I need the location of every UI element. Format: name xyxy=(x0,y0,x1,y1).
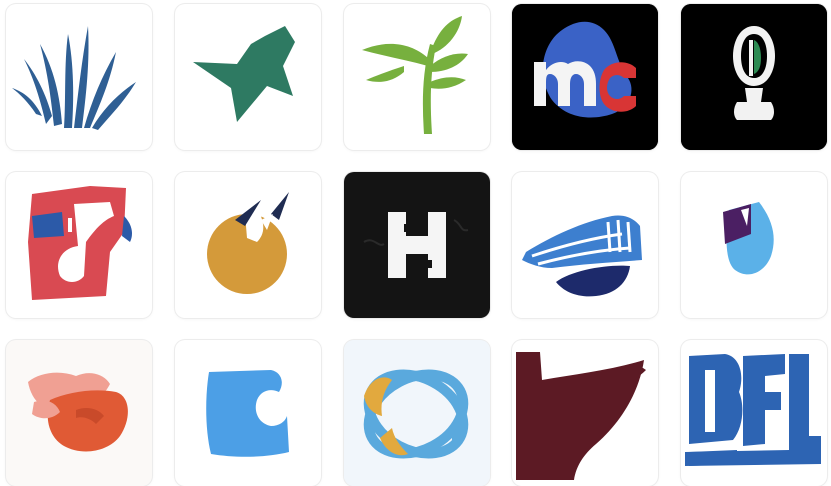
microphone-logo xyxy=(681,4,827,150)
maroon-flag-logo xyxy=(516,352,646,480)
logo-tile-2[interactable] xyxy=(175,4,321,150)
red-blocks-logo xyxy=(28,186,132,300)
blue-wave-logo xyxy=(522,215,642,297)
purple-drop-logo xyxy=(723,202,774,275)
logo-tile-8[interactable] xyxy=(344,172,490,318)
logo-tile-3[interactable] xyxy=(344,4,490,150)
logo-tile-13[interactable] xyxy=(344,340,490,486)
logo-tile-1[interactable] xyxy=(6,4,152,150)
mc-blob-logo xyxy=(512,4,658,150)
logo-tile-14[interactable] xyxy=(512,340,658,486)
logo-tile-10[interactable] xyxy=(681,172,827,318)
logo-tile-4[interactable] xyxy=(512,4,658,150)
green-sprout-logo xyxy=(362,16,468,134)
logo-tile-9[interactable] xyxy=(512,172,658,318)
logo-tile-6[interactable] xyxy=(6,172,152,318)
h-block-logo xyxy=(350,178,484,312)
blue-grass-logo xyxy=(12,26,136,130)
logo-tile-12[interactable] xyxy=(175,340,321,486)
logo-tile-7[interactable] xyxy=(175,172,321,318)
atom-petals-logo xyxy=(344,340,490,486)
blue-c-logo xyxy=(206,370,289,457)
logo-grid xyxy=(0,0,831,486)
blue-letters-logo xyxy=(685,354,821,466)
orange-ball-logo xyxy=(207,192,289,294)
coral-blob-logo xyxy=(28,372,128,452)
logo-tile-11[interactable] xyxy=(6,340,152,486)
logo-tile-15[interactable] xyxy=(681,340,827,486)
logo-tile-5[interactable] xyxy=(681,4,827,150)
green-star-logo xyxy=(193,26,295,122)
